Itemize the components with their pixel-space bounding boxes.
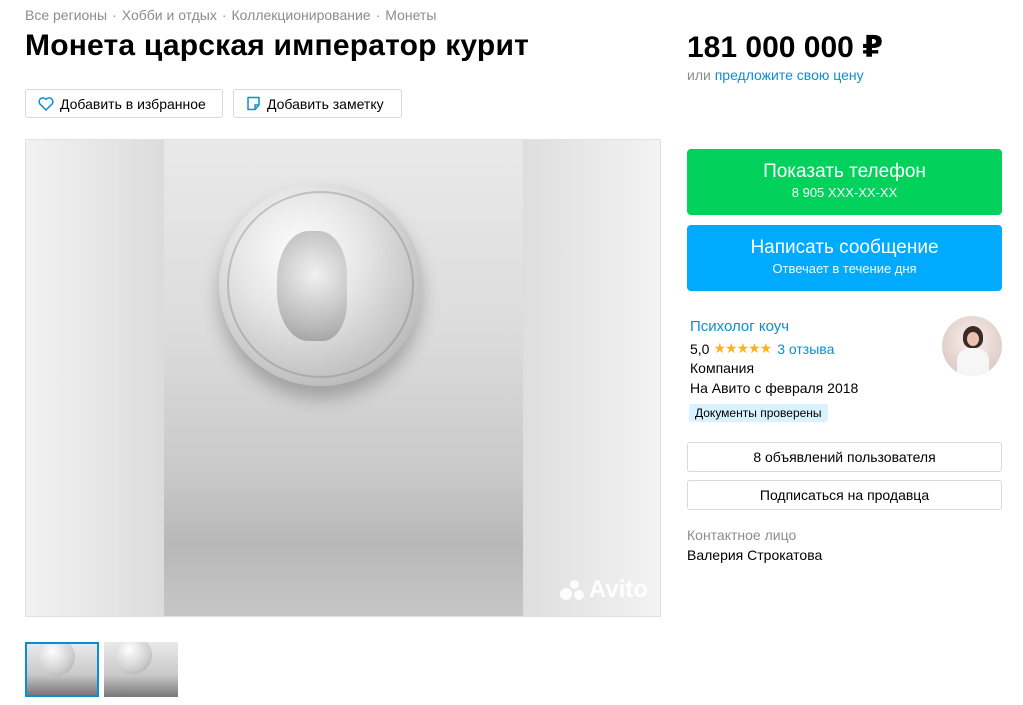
reviews-link[interactable]: 3 отзыва (777, 341, 834, 357)
seller-rating: 5,0 ★★★★★ 3 отзыва (690, 340, 834, 357)
price-or-text: или (687, 67, 711, 83)
show-phone-button[interactable]: Показать телефон 8 905 XXX-XX-XX (687, 149, 1002, 215)
rating-stars-icon: ★★★★★ (713, 340, 772, 356)
response-time: Отвечает в течение дня (772, 261, 917, 276)
gallery-blur-left (26, 140, 164, 616)
breadcrumb-item-collecting[interactable]: Коллекционирование (232, 7, 371, 23)
subscribe-seller-button[interactable]: Подписаться на продавца (687, 480, 1002, 510)
seller-avatar[interactable] (942, 316, 1002, 376)
seller-since: На Авито с февраля 2018 (690, 380, 859, 396)
breadcrumb-separator: · (112, 7, 117, 23)
thumbnail-coin-image (37, 644, 75, 676)
write-message-label: Написать сообщение (750, 237, 939, 258)
coin-portrait (277, 231, 347, 341)
seller-type: Компания (690, 360, 755, 376)
price-offer-line: или предложите свою цену (687, 67, 864, 83)
phone-masked: 8 905 XXX-XX-XX (791, 185, 898, 200)
note-icon (247, 96, 260, 111)
breadcrumb-item-all-regions[interactable]: Все регионы (25, 7, 107, 23)
heart-icon (38, 96, 54, 111)
write-message-button[interactable]: Написать сообщение Отвечает в течение дн… (687, 225, 1002, 291)
gallery-thumbnail-1[interactable] (25, 642, 99, 697)
add-note-label: Добавить заметку (267, 95, 384, 112)
image-gallery[interactable]: Avito (25, 139, 661, 617)
gallery-thumbnail-2[interactable] (104, 642, 178, 697)
breadcrumb: Все регионы · Хобби и отдых · Коллекциониров… (25, 7, 436, 23)
coin-image (219, 183, 422, 386)
contact-person-name: Валерия Строкатова (687, 547, 823, 563)
rating-value: 5,0 (690, 340, 710, 357)
breadcrumb-separator: · (221, 7, 227, 23)
main-photo[interactable] (164, 140, 523, 616)
avito-watermark: Avito (559, 576, 648, 604)
gallery-blur-right (522, 140, 660, 616)
seller-listings-button[interactable]: 8 объявлений пользователя (687, 442, 1002, 472)
add-to-favorites-button[interactable]: Добавить в избранное (25, 89, 223, 118)
breadcrumb-separator: · (375, 7, 381, 23)
add-to-favorites-label: Добавить в избранное (60, 95, 206, 112)
breadcrumb-item-hobby[interactable]: Хобби и отдых (122, 7, 217, 23)
avito-logo-icon (559, 578, 586, 602)
contact-person-label: Контактное лицо (687, 527, 797, 543)
seller-name-link[interactable]: Психолог коуч (690, 318, 789, 335)
breadcrumb-item-coins[interactable]: Монеты (385, 7, 436, 23)
listing-price: 181 000 000 ₽ (687, 31, 884, 64)
show-phone-label: Показать телефон (763, 161, 926, 182)
listing-title: Монета царская император курит (25, 29, 529, 62)
offer-price-link[interactable]: предложите свою цену (715, 67, 864, 83)
documents-verified-badge: Документы проверены (689, 404, 828, 422)
thumbnail-coin-image (114, 642, 152, 674)
avito-watermark-text: Avito (588, 576, 648, 603)
add-note-button[interactable]: Добавить заметку (233, 89, 402, 118)
